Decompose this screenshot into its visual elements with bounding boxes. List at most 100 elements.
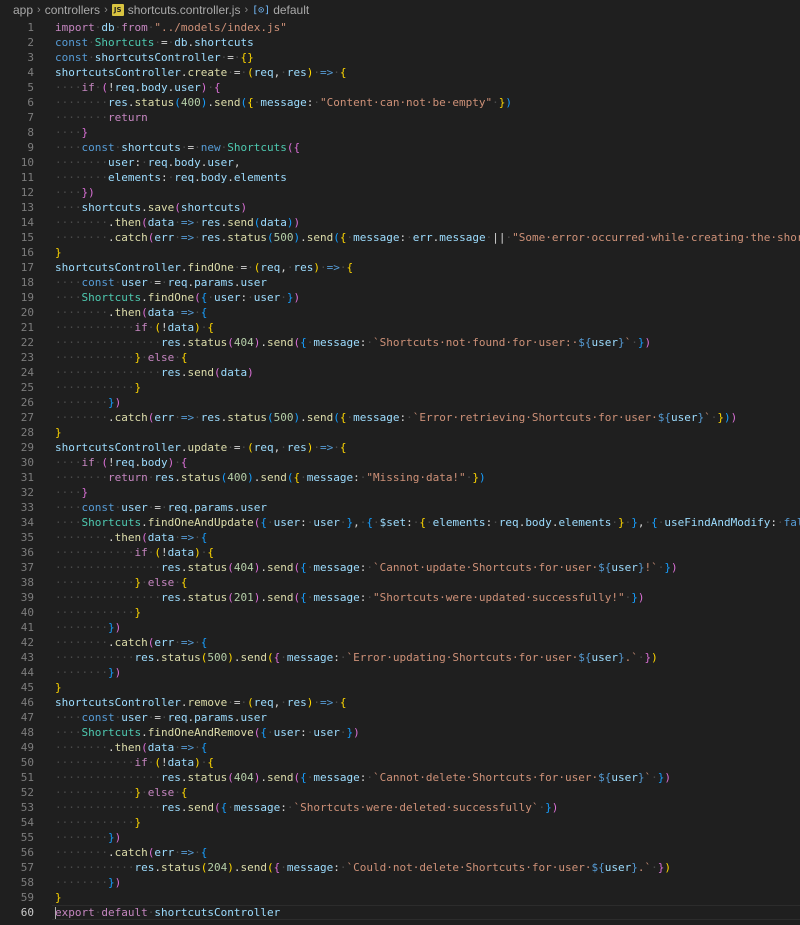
code-line[interactable]: 39 ················res.status(201).send({… [0, 590, 800, 605]
code-line[interactable]: 60 export·default·shortcutsController [0, 905, 800, 920]
code-line[interactable]: 45} [0, 680, 800, 695]
code-line[interactable]: 46 shortcutsController.remove·=·(req,·res… [0, 695, 800, 710]
code-line[interactable]: 2 const·Shortcuts·=·db.shortcuts [0, 35, 800, 50]
code-token: user [671, 411, 698, 424]
code-token: ) [730, 411, 738, 424]
code-line[interactable]: 11 ········elements:·req.body.elements [0, 170, 800, 185]
code-line[interactable]: 5 ····if·(!req.body.user)·{ [0, 80, 800, 95]
code-token: ( [101, 81, 108, 94]
code-line[interactable]: 25 ············} [0, 380, 800, 395]
code-line[interactable]: 7 ········return [0, 110, 800, 125]
code-line[interactable]: 3 const·shortcutsController·=·{} [0, 50, 800, 65]
code-line[interactable]: 55 ········}) [0, 830, 800, 845]
line-number: 60 [20, 906, 34, 919]
code-token: message [306, 471, 354, 484]
code-line[interactable]: 50 ············if·(!data)·{ [0, 755, 800, 770]
code-token: user [611, 771, 638, 784]
code-token: 500 [273, 231, 294, 244]
code-line[interactable]: 13 ····shortcuts.save(shortcuts) [0, 200, 800, 215]
code-line[interactable]: 21 ············if·(!data)·{ [0, 320, 800, 335]
code-token: elements [107, 171, 161, 184]
code-token: => [180, 216, 195, 229]
code-line[interactable]: 38 ············}·else·{ [0, 575, 800, 590]
code-token: = [154, 276, 161, 289]
code-line[interactable]: 19 ····Shortcuts.findOne({·user:·user·}) [0, 290, 800, 305]
code-line[interactable]: 16} [0, 245, 800, 260]
code-editor[interactable]: 1 import·db·from·"../models/index.js" 2 con… [0, 20, 800, 925]
code-token: shortcutsController [55, 261, 181, 274]
code-line[interactable]: 49 ········.then(data·=>·{ [0, 740, 800, 755]
breadcrumb-item-symbol[interactable]: default [273, 3, 309, 17]
code-line[interactable]: 9 ····const·shortcuts·=·new·Shortcuts({ [0, 140, 800, 155]
code-line[interactable]: 29 shortcutsController.update·=·(req,·res… [0, 440, 800, 455]
code-line[interactable]: 10 ········user:·req.body.user, [0, 155, 800, 170]
code-line[interactable]: 47 ····const·user·=·req.params.user [0, 710, 800, 725]
whitespace-marker: · [174, 216, 181, 229]
line-number: 50 [20, 756, 34, 769]
code-line[interactable]: 4 shortcutsController.create·=·(req,·res)… [0, 65, 800, 80]
code-token: `Cannot·update·Shortcuts·for·user· [372, 561, 599, 574]
code-line[interactable]: 35 ········.then(data·=>·{ [0, 530, 800, 545]
whitespace-marker: · [161, 501, 168, 514]
code-token: 201 [233, 591, 254, 604]
code-line[interactable]: 26 ········}) [0, 395, 800, 410]
code-line[interactable]: 28} [0, 425, 800, 440]
code-token: {} [240, 51, 254, 64]
code-token: send [260, 471, 287, 484]
code-line[interactable]: 6 ········res.status(400).send({·message:… [0, 95, 800, 110]
code-line[interactable]: 27 ········.catch(err·=>·res.status(500).… [0, 410, 800, 425]
whitespace-marker: · [247, 291, 254, 304]
code-token: { [260, 516, 267, 529]
code-text: ····shortcuts.save(shortcuts) [55, 200, 247, 215]
code-token: shortcutsController [154, 906, 281, 919]
code-line[interactable]: 22 ················res.status(404).send({… [0, 335, 800, 350]
code-line[interactable]: 48 ····Shortcuts.findOneAndRemove({·user:… [0, 725, 800, 740]
line-number: 21 [20, 321, 34, 334]
code-line[interactable]: 18 ····const·user·=·req.params.user [0, 275, 800, 290]
code-line[interactable]: 34 ····Shortcuts.findOneAndUpdate({·user:… [0, 515, 800, 530]
code-line[interactable]: 1 import·db·from·"../models/index.js" [0, 20, 800, 35]
code-line[interactable]: 24 ················res.send(data) [0, 365, 800, 380]
code-line[interactable]: 20 ········.then(data·=>·{ [0, 305, 800, 320]
code-line[interactable]: 59} [0, 890, 800, 905]
code-line[interactable]: 32 ····} [0, 485, 800, 500]
code-line[interactable]: 14 ········.then(data·=>·res.send(data)) [0, 215, 800, 230]
code-line[interactable]: 8 ····} [0, 125, 800, 140]
code-line[interactable]: 17 shortcutsController.findOne·=·(req,·re… [0, 260, 800, 275]
code-line[interactable]: 44 ········}) [0, 665, 800, 680]
code-line[interactable]: 54 ············} [0, 815, 800, 830]
code-token: . [141, 516, 148, 529]
code-line[interactable]: 42 ········.catch(err·=>·{ [0, 635, 800, 650]
breadcrumb-item-app[interactable]: app [13, 3, 33, 17]
code-line[interactable]: 51 ················res.status(404).send({… [0, 770, 800, 785]
code-token: 500 [273, 411, 294, 424]
code-line[interactable]: 15 ········.catch(err·=>·res.status(500).… [0, 230, 800, 245]
code-line[interactable]: 12 ····}) [0, 185, 800, 200]
code-token: { [300, 336, 307, 349]
whitespace-marker: · [280, 291, 287, 304]
code-line[interactable]: 40 ············} [0, 605, 800, 620]
code-line[interactable]: 57 ············res.status(204).send({·mes… [0, 860, 800, 875]
line-number: 59 [20, 891, 34, 904]
code-line[interactable]: 52 ············}·else·{ [0, 785, 800, 800]
line-number: 53 [20, 801, 34, 814]
code-line[interactable]: 53 ················res.send({·message:·`S… [0, 800, 800, 815]
code-token: update [187, 441, 228, 454]
whitespace-marker: ········ [55, 621, 108, 634]
breadcrumb-item-controllers[interactable]: controllers [45, 3, 100, 17]
code-token: user [313, 726, 340, 739]
whitespace-marker: · [366, 336, 373, 349]
code-line[interactable]: 58 ········}) [0, 875, 800, 890]
whitespace-marker: · [161, 711, 168, 724]
code-line[interactable]: 33 ····const·user·=·req.params.user [0, 500, 800, 515]
code-line[interactable]: 30 ····if·(!req.body)·{ [0, 455, 800, 470]
code-line[interactable]: 43 ············res.status(500).send({·mes… [0, 650, 800, 665]
code-line[interactable]: 36 ············if·(!data)·{ [0, 545, 800, 560]
breadcrumb-item-file[interactable]: shortcuts.controller.js [128, 3, 241, 17]
code-line[interactable]: 37 ················res.status(404).send({… [0, 560, 800, 575]
code-line[interactable]: 23 ············}·else·{ [0, 350, 800, 365]
code-line[interactable]: 56 ········.catch(err·=>·{ [0, 845, 800, 860]
code-text: ····if·(!req.body.user)·{ [55, 80, 221, 95]
code-line[interactable]: 41 ········}) [0, 620, 800, 635]
code-line[interactable]: 31 ········return·res.status(400).send({·… [0, 470, 800, 485]
